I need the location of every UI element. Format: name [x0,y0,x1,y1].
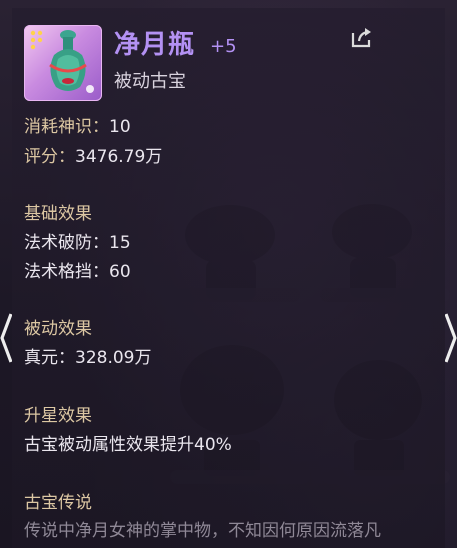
chevron-left-icon [0,313,13,363]
score-value: 3476.79万 [75,147,163,167]
star-effect-text: 古宝被动属性效果提升40% [24,435,232,455]
passive-effect-row: 真元：328.09万 [24,346,151,370]
base-effect-value: 15 [109,233,131,253]
item-level: +5 [210,36,237,57]
passive-effects-title: 被动效果 [24,319,92,339]
cost-value: 10 [109,117,131,137]
star-effects-title: 升星效果 [24,406,92,426]
lore-title: 古宝传说 [24,493,92,513]
base-effect-row: 法术格挡：60 [24,260,131,284]
prev-item-button[interactable] [0,312,13,364]
passive-effect-label: 真元： [24,348,75,368]
share-icon [351,28,371,48]
item-type: 被动古宝 [114,71,186,92]
lore-text: 传说中净月女神的掌中物，不知因何原因流落凡 [24,521,381,541]
passive-effect-value: 328.09万 [75,348,152,368]
chevron-right-icon [444,313,457,363]
base-effect-row: 法术破防：15 [24,231,131,255]
item-name: 净月瓶 [114,30,196,60]
cost-row: 消耗神识：10 [24,115,131,139]
next-item-button[interactable] [444,312,457,364]
score-label: 评分： [24,147,75,167]
item-icon [24,25,102,101]
base-effect-label: 法术破防： [24,233,109,253]
cost-label: 消耗神识： [24,117,109,137]
base-effect-label: 法术格挡： [24,262,109,282]
share-button[interactable] [350,26,374,48]
score-row: 评分：3476.79万 [24,145,162,169]
base-effects-title: 基础效果 [24,204,92,224]
base-effect-value: 60 [109,262,131,282]
jade-vase-icon [30,30,94,93]
